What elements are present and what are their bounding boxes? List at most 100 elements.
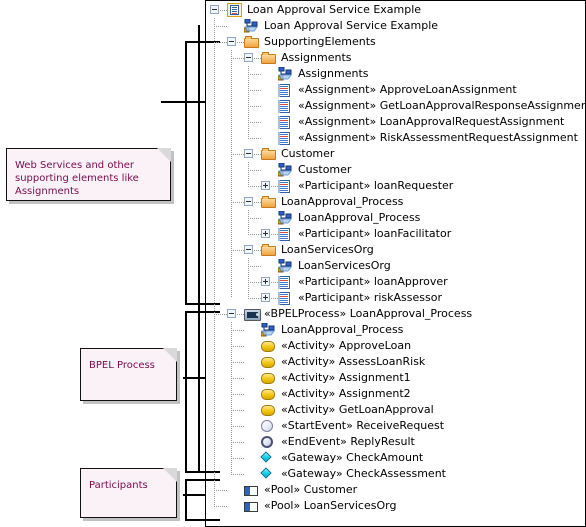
tree-row-icon [261, 322, 279, 338]
tree-guide-line [231, 154, 244, 155]
tree-guide-line [248, 186, 261, 187]
model-tree: Loan Approval Service Example Loan Approv… [208, 2, 586, 525]
tree-row-icon [244, 498, 262, 514]
tree-guide-line [231, 442, 244, 443]
note-bpel-process: BPEL Process [80, 348, 177, 401]
tree-row-label: «Assignment» ApproveLoanAssignment [298, 83, 517, 96]
tree-row-label: LoanServicesOrg [298, 259, 391, 272]
tree-guide-line [231, 330, 244, 331]
classifier-icon [278, 180, 290, 193]
collapse-icon[interactable] [210, 5, 219, 14]
bracket-bpel-vertical2 [198, 311, 200, 473]
activity-icon [261, 341, 275, 352]
tree-row-icon [278, 210, 296, 226]
tree-row-label: LoanApproval_Process [281, 195, 404, 208]
collapse-icon[interactable] [227, 37, 236, 46]
tree-guide-line [248, 234, 261, 235]
tree-row-icon [261, 434, 279, 450]
tree-row-label: «Activity» Assignment1 [281, 371, 411, 384]
tree-guide-line [231, 458, 244, 459]
tree-guide-line [214, 490, 227, 491]
tree-guide-line [248, 170, 261, 171]
folder-icon [244, 36, 260, 49]
tree-guide-line [231, 394, 244, 395]
activity-icon [261, 373, 275, 384]
expand-icon[interactable] [261, 229, 270, 238]
tree-row-label: LoanServicesOrg [281, 243, 374, 256]
diagram-canvas: Web Services and other supporting elemen… [0, 0, 586, 527]
collapse-icon[interactable] [244, 53, 253, 62]
tree-row-label: «Participant» loanFacilitator [298, 227, 452, 240]
pool-icon [244, 502, 258, 512]
tree-guide-line [254, 154, 261, 155]
tree-row-label: «Participant» loanRequester [298, 179, 454, 192]
tree-row-label: «Gateway» CheckAmount [281, 451, 424, 464]
activity-icon [261, 405, 275, 416]
tree-row-label: Loan Approval Service Example [264, 19, 439, 32]
tree-guide-line [214, 18, 215, 506]
tree-guide-line [248, 266, 261, 267]
collapse-icon[interactable] [227, 309, 236, 318]
tree-row-icon [261, 338, 279, 354]
tree-guide-line [248, 122, 261, 123]
tree-row-icon [278, 114, 296, 130]
tree-row-label: «Assignment» GetLoanApprovalResponseAssi… [298, 99, 586, 112]
activity-icon [261, 389, 275, 400]
expand-icon[interactable] [261, 181, 270, 190]
tree-guide-line [271, 234, 278, 235]
folder-icon [261, 244, 277, 257]
collapse-icon[interactable] [244, 245, 253, 254]
tree-guide-line [231, 474, 244, 475]
tree-row-label: «Activity» Assignment2 [281, 387, 411, 400]
tree-guide-line [254, 250, 261, 251]
bracket-participants-stem [183, 494, 205, 496]
tree-row-label: LoanApproval_Process [281, 323, 404, 336]
tree-row-label: «Activity» AssessLoanRisk [281, 355, 426, 368]
tree-guide-line [231, 426, 244, 427]
note-supporting-elements: Web Services and other supporting elemen… [6, 148, 171, 201]
tree-guide-line [271, 186, 278, 187]
tree-guide-line [214, 314, 227, 315]
expand-icon[interactable] [261, 277, 270, 286]
tree-guide-line [231, 346, 244, 347]
note-supporting-elements-text: Web Services and other supporting elemen… [15, 160, 139, 197]
bracket-bpel-vertical [198, 25, 200, 312]
tree-row-label: Assignments [298, 67, 369, 80]
classifier-icon [278, 84, 290, 97]
tree-guide-line [248, 90, 261, 91]
tree-guide-line [248, 210, 249, 234]
tree-row-label: «Participant» riskAssessor [298, 291, 442, 304]
collapse-icon[interactable] [244, 197, 253, 206]
tree-guide-line [271, 282, 278, 283]
tree-guide-line [214, 506, 227, 507]
tree-guide-line [231, 378, 244, 379]
gateway-icon [260, 467, 273, 480]
tree-guide-line [248, 258, 249, 298]
folder-icon [261, 148, 277, 161]
tree-row-icon [260, 466, 279, 482]
tree-guide-line [248, 298, 261, 299]
tree-guide-line [248, 106, 261, 107]
tree-row-icon [278, 274, 296, 290]
tree-row-icon [260, 450, 279, 466]
tree-guide-line [231, 50, 232, 298]
tree-row-icon [244, 306, 262, 322]
tree-row-icon [244, 482, 262, 498]
tree-row-icon [261, 50, 279, 66]
end-event-icon [261, 436, 273, 448]
tree-row-label: «Assignment» RiskAssessmentRequestAssign… [298, 131, 578, 144]
diagram-icon [278, 67, 293, 81]
folder-icon [261, 52, 277, 65]
tree-row-icon [261, 402, 279, 418]
expand-icon[interactable] [261, 293, 270, 302]
classifier-icon [278, 228, 290, 241]
tree-guide-line [237, 314, 244, 315]
tree-row-icon [261, 146, 279, 162]
tree-row-label: LoanApproval_Process [298, 211, 421, 224]
tree-row-icon [244, 34, 262, 50]
bracket-supporting-vertical [185, 41, 187, 305]
tree-row-label: Assignments [281, 51, 352, 64]
collapse-icon[interactable] [244, 149, 253, 158]
tree-row-label: Customer [281, 147, 335, 160]
tree-guide-line [220, 10, 227, 11]
